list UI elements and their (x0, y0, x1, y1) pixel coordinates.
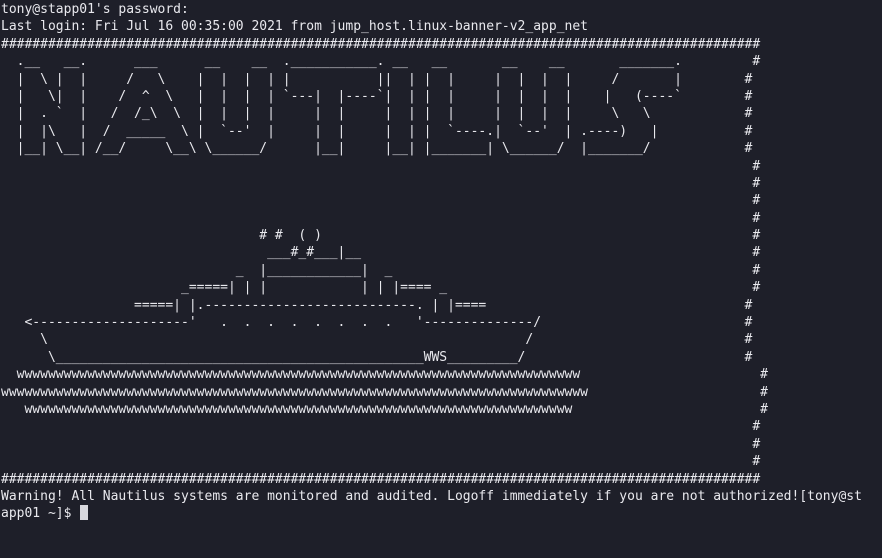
command-line[interactable]: app01 ~]$ (1, 505, 882, 522)
terminal-line: =====| |.---------------------------. | … (1, 297, 753, 313)
terminal-output: tony@stapp01's password: Last login: Fri … (1, 1, 882, 505)
terminal-line: wwwwwwwwwwwwwwwwwwwwwwwwwwwwwwwwwwwwwwww… (1, 384, 769, 400)
terminal-window[interactable]: tony@stapp01's password: Last login: Fri … (0, 0, 882, 558)
terminal-line: | \| | / ^ \ | | | | `---| |----`| | | |… (1, 88, 753, 104)
terminal-line: ########################################… (1, 471, 761, 487)
terminal-line: _=====| | | | | |==== _ # (1, 280, 761, 296)
terminal-line: _ |____________| _ # (1, 262, 761, 278)
terminal-line: | |\ | / _____ \ | `--' | | | | | | `---… (1, 123, 753, 139)
text-cursor (80, 505, 89, 521)
terminal-line: Last login: Fri Jul 16 00:35:00 2021 fro… (1, 19, 588, 35)
terminal-line: <--------------------' . . . . . . . . '… (1, 315, 753, 331)
terminal-line: .__ __. ___ __ __ .___________. __ __ __… (1, 54, 761, 70)
terminal-line: Warning! All Nautilus systems are monito… (1, 488, 862, 504)
terminal-line: wwwwwwwwwwwwwwwwwwwwwwwwwwwwwwwwwwwwwwww… (1, 401, 769, 417)
terminal-line: | \ | | / \ | | | | | || | | | | | | | /… (1, 71, 753, 87)
terminal-line: # (1, 193, 761, 209)
terminal-line: # (1, 419, 761, 435)
terminal-line: # (1, 158, 761, 174)
terminal-line: ___#_#___|__ # (1, 245, 761, 261)
terminal-line: # (1, 454, 761, 470)
terminal-line: # (1, 436, 761, 452)
terminal-line: # (1, 175, 761, 191)
terminal-line: \_______________________________________… (1, 349, 753, 365)
terminal-line: | . ` | / /_\ \ | | | | | | | | | | | | … (1, 106, 753, 122)
terminal-line: # # ( ) # (1, 228, 761, 244)
terminal-line: tony@stapp01's password: (1, 2, 189, 17)
terminal-line: ########################################… (1, 36, 761, 52)
shell-prompt: app01 ~]$ (1, 506, 80, 522)
terminal-line: # (1, 210, 761, 226)
terminal-line: wwwwwwwwwwwwwwwwwwwwwwwwwwwwwwwwwwwwwwww… (1, 367, 769, 383)
terminal-line: |__| \__| /__/ \__\ \______/ |__| |__| |… (1, 141, 753, 157)
terminal-line: \ / # (1, 332, 753, 348)
